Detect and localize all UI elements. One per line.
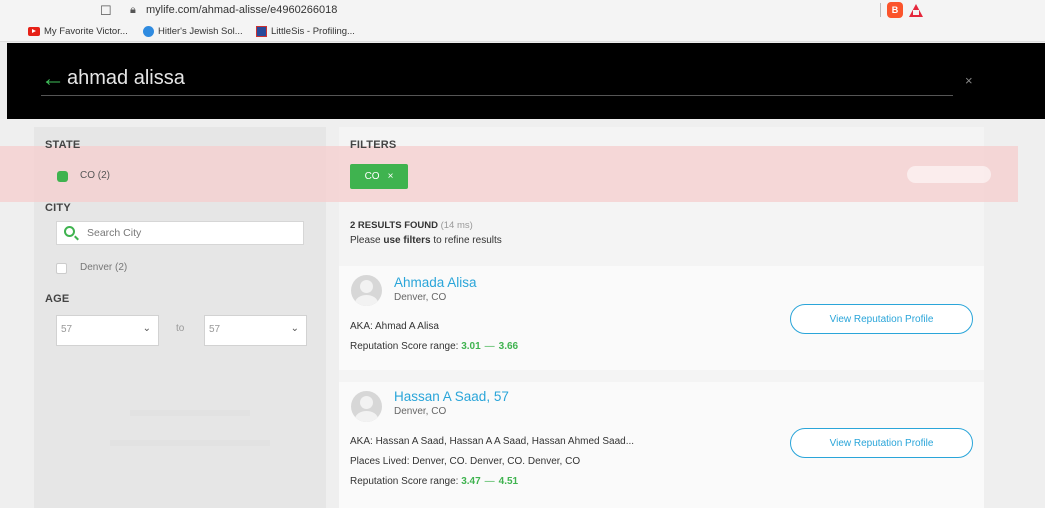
browser-extensions: B [880,2,923,18]
bookmark-item[interactable]: LittleSis - Profiling... [256,26,355,37]
close-icon[interactable]: × [965,73,973,88]
brave-rewards-icon[interactable] [909,3,923,17]
result-places: Places Lived: Denver, CO. Denver, CO. De… [350,456,581,467]
filters-heading: FILTERS [350,139,397,151]
faded-background-text [130,410,250,416]
result-name[interactable]: Ahmada Alisa [394,275,477,290]
results-count: 2 RESULTS FOUND (14 ms) [350,220,473,231]
lock-icon: 🔒︎ [130,4,136,16]
search-input[interactable]: ahmad alissa [67,67,185,90]
result-aka: AKA: Hassan A Saad, Hassan A A Saad, Has… [350,436,635,447]
bookmark-item[interactable]: Hitler's Jewish Sol... [143,26,243,37]
avatar [351,275,382,306]
result-score: Reputation Score range: 3.01—3.66 [350,341,519,352]
age-from-select[interactable]: 57 ⌄ [56,315,159,346]
result-aka: AKA: Ahmad A Alisa [350,321,439,332]
view-reputation-profile-button[interactable]: View Reputation Profile [790,304,973,334]
city-search-input[interactable]: Search City [56,221,304,245]
results-hint: Please use filters to refine results [350,235,502,246]
search-icon [64,226,75,237]
result-score: Reputation Score range: 3.47—4.51 [350,476,519,487]
remove-filter-icon[interactable]: × [388,171,394,182]
chevron-down-icon: ⌄ [290,323,299,334]
state-co-label[interactable]: CO (2) [80,170,110,181]
result-name[interactable]: Hassan A Saad, 57 [394,389,509,404]
city-denver-label[interactable]: Denver (2) [80,262,127,273]
browser-url-bar: ☐ 🔒︎ mylife.com/ahmad-alisse/e4960266018… [0,0,1045,22]
littlesis-icon [256,26,267,37]
search-overlay: ← ahmad alissa × [7,43,1045,119]
city-heading: CITY [45,202,71,214]
faded-banner-button [907,166,991,183]
avatar [351,391,382,422]
back-arrow-icon[interactable]: ← [41,67,65,91]
youtube-icon [28,27,40,36]
toolbar-divider [880,3,881,17]
bookmarks-bar: My Favorite Victor... Hitler's Jewish So… [0,22,1045,42]
result-location: Denver, CO [394,292,447,303]
faded-background-text [110,440,270,446]
chevron-down-icon: ⌄ [142,323,151,334]
globe-icon [143,26,154,37]
city-search-placeholder: Search City [87,227,142,239]
view-reputation-profile-button[interactable]: View Reputation Profile [790,428,973,458]
age-heading: AGE [45,293,70,305]
state-heading: STATE [45,139,81,151]
bookmark-icon[interactable]: ☐ [100,4,112,17]
url-text[interactable]: mylife.com/ahmad-alisse/e4960266018 [146,4,337,16]
bookmark-item[interactable]: My Favorite Victor... [28,26,128,37]
faded-alert-banner [0,146,1018,202]
state-co-checkbox[interactable] [57,171,68,182]
brave-shield-icon[interactable]: B [887,2,903,18]
result-location: Denver, CO [394,406,447,417]
age-to-label: to [176,323,185,334]
city-denver-checkbox[interactable] [56,263,67,274]
filter-chip-co[interactable]: CO × [350,164,408,189]
search-underline [41,95,953,96]
age-to-select[interactable]: 57 ⌄ [204,315,307,346]
